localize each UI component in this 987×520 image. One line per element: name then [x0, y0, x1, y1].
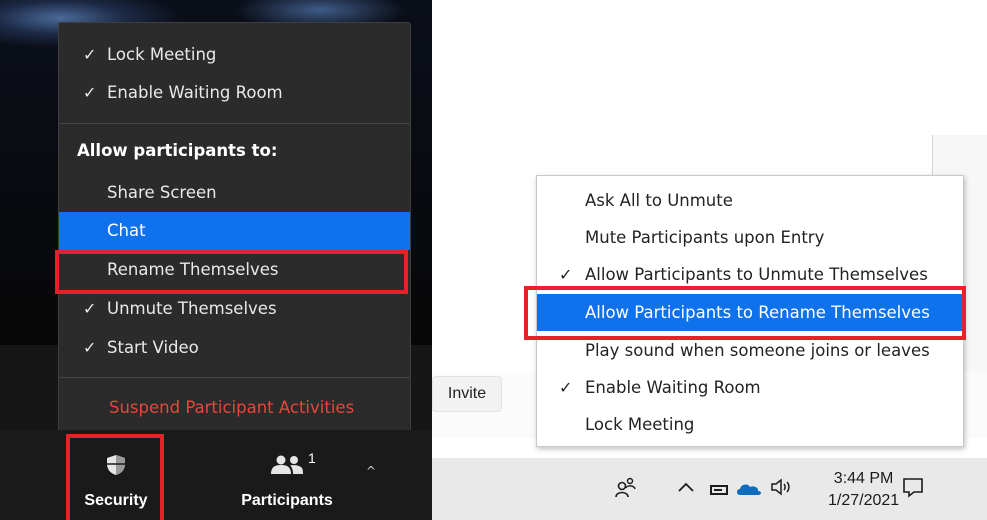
participants-count: 1: [308, 450, 316, 466]
zoom-meeting-window: ✓ Lock Meeting ✓ Enable Waiting Room All…: [0, 0, 432, 520]
participants-button[interactable]: 1 Participants: [232, 450, 342, 510]
menu-item-label: Enable Waiting Room: [585, 378, 761, 397]
battery-icon[interactable]: [710, 485, 728, 495]
callout-box-security: [66, 434, 164, 520]
menu-item-ask-all-to-unmute[interactable]: Ask All to Unmute: [537, 182, 963, 219]
callout-box-rename: [55, 250, 408, 294]
people-icon: [270, 454, 304, 476]
menu-item-label: Allow Participants to Unmute Themselves: [585, 265, 928, 284]
menu-item-label: Enable Waiting Room: [107, 83, 283, 102]
windows-taskbar: 3:44 PM 1/27/2021: [432, 458, 987, 520]
check-icon: ✓: [83, 83, 97, 102]
menu-item-chat[interactable]: Chat: [59, 212, 410, 250]
allow-participants-heading: Allow participants to:: [77, 141, 278, 160]
participants-label: Participants: [241, 492, 333, 509]
menu-item-enable-waiting-room[interactable]: ✓ Enable Waiting Room: [59, 74, 410, 112]
menu-item-label: Lock Meeting: [585, 415, 695, 434]
menu-item-start-video[interactable]: ✓ Start Video: [59, 329, 410, 367]
participants-window: Invite Ask All to Unmute Mute Participan…: [432, 0, 987, 520]
taskbar-date: 1/27/2021: [828, 492, 900, 509]
menu-item-enable-waiting-room[interactable]: ✓ Enable Waiting Room: [537, 369, 963, 406]
chevron-up-icon[interactable]: [677, 476, 695, 498]
onedrive-cloud-icon[interactable]: [736, 482, 762, 496]
menu-item-share-screen[interactable]: Share Screen: [59, 174, 410, 212]
menu-item-label: Share Screen: [107, 183, 217, 202]
menu-item-mute-upon-entry[interactable]: Mute Participants upon Entry: [537, 219, 963, 256]
people-icon[interactable]: [614, 476, 636, 498]
taskbar-time: 3:44 PM: [833, 470, 894, 487]
menu-item-label: Chat: [107, 221, 146, 240]
taskbar-clock[interactable]: 3:44 PM 1/27/2021: [828, 468, 899, 512]
check-icon: ✓: [83, 299, 97, 318]
chevron-up-icon[interactable]: ^: [366, 464, 376, 478]
menu-item-label: Unmute Themselves: [107, 299, 277, 318]
menu-item-lock-meeting[interactable]: Lock Meeting: [537, 406, 963, 443]
meeting-toolbar: Security 1 Participants ^: [0, 430, 432, 520]
callout-box-allow-rename: [524, 286, 966, 340]
menu-item-label: Play sound when someone joins or leaves: [585, 341, 930, 360]
security-menu: ✓ Lock Meeting ✓ Enable Waiting Room All…: [58, 22, 411, 440]
menu-item-label: Start Video: [107, 338, 199, 357]
check-icon: ✓: [83, 338, 97, 357]
invite-button[interactable]: Invite: [432, 376, 502, 412]
menu-item-lock-meeting[interactable]: ✓ Lock Meeting: [59, 36, 410, 74]
speaker-icon[interactable]: [770, 476, 792, 498]
check-icon: ✓: [83, 45, 97, 64]
notification-icon[interactable]: [902, 476, 924, 498]
menu-item-label: Suspend Participant Activities: [109, 398, 355, 417]
menu-item-label: Ask All to Unmute: [585, 191, 733, 210]
menu-item-unmute-themselves[interactable]: ✓ Unmute Themselves: [59, 290, 410, 328]
menu-item-suspend-participant-activities[interactable]: Suspend Participant Activities: [59, 389, 410, 427]
menu-item-label: Lock Meeting: [107, 45, 217, 64]
menu-item-label: Mute Participants upon Entry: [585, 228, 825, 247]
menu-divider: [59, 123, 410, 124]
check-icon: ✓: [559, 378, 573, 397]
menu-divider: [59, 377, 410, 378]
